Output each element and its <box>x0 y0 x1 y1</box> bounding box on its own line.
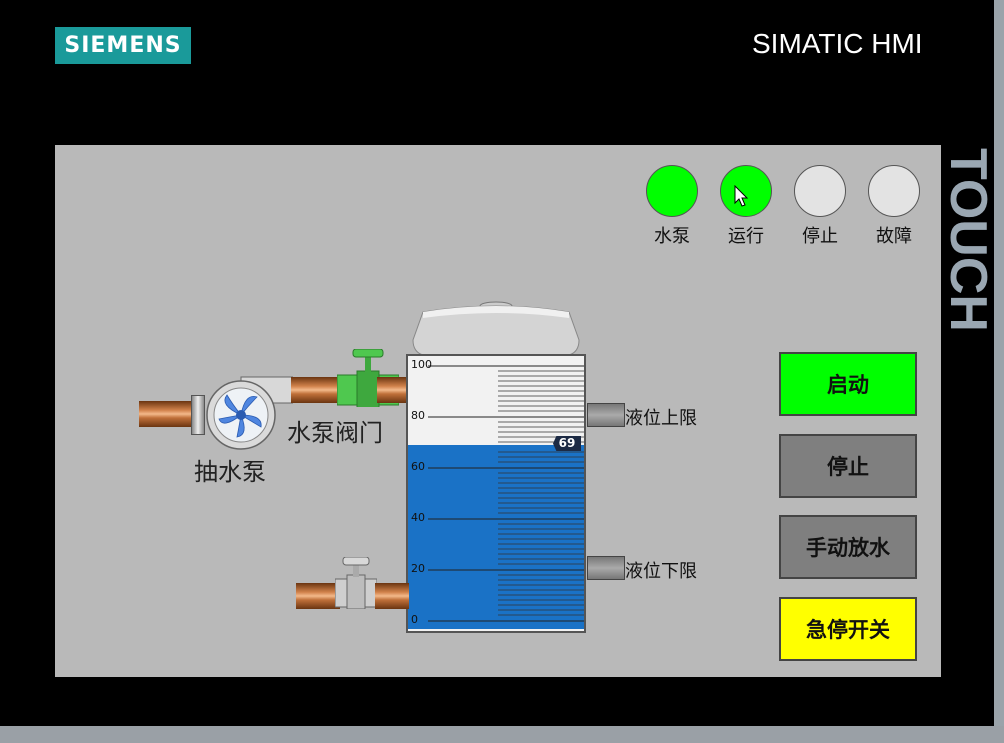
lower-limit-label: 液位下限 <box>625 561 697 582</box>
drain-pipe-left <box>296 583 340 609</box>
hmi-screen: 水泵 运行 停止 故障 抽水泵 水泵阀门 100 80 60 40 20 0 6… <box>55 145 941 677</box>
run-indicator-label: 运行 <box>728 226 764 247</box>
tick-label: 20 <box>411 562 425 575</box>
pump-outlet-pipe <box>291 377 341 403</box>
stop-button[interactable]: 停止 <box>779 434 917 498</box>
tank-level-value: 69 <box>553 436 581 451</box>
emergency-stop-button[interactable]: 急停开关 <box>779 597 917 661</box>
pump-indicator-label: 水泵 <box>654 226 690 247</box>
tick-label: 100 <box>411 358 432 371</box>
start-button[interactable]: 启动 <box>779 352 917 416</box>
valve-label: 水泵阀门 <box>287 419 383 447</box>
drain-valve-icon[interactable] <box>335 557 377 609</box>
upper-limit-label: 液位上限 <box>625 408 697 429</box>
touch-label: TOUCH <box>939 148 997 332</box>
siemens-logo: SIEMENS <box>55 27 191 64</box>
upper-limit-sensor <box>587 403 625 427</box>
pump-indicator-lamp <box>646 165 698 217</box>
manual-drain-button[interactable]: 手动放水 <box>779 515 917 579</box>
tank-scale <box>428 365 584 622</box>
mouse-cursor-icon <box>734 185 749 207</box>
tick-label: 60 <box>411 460 425 473</box>
tick-label: 0 <box>411 613 418 626</box>
tick-label: 80 <box>411 409 425 422</box>
brand-title: SIMATIC HMI <box>752 28 923 59</box>
lower-limit-sensor <box>587 556 625 580</box>
drain-pipe-right <box>375 583 409 609</box>
stop-indicator-label: 停止 <box>802 226 838 247</box>
tick-label: 40 <box>411 511 425 524</box>
pump-label: 抽水泵 <box>194 458 266 486</box>
water-pump-icon[interactable] <box>201 371 293 451</box>
fault-indicator-lamp <box>868 165 920 217</box>
bottom-strip <box>0 726 1004 743</box>
stop-indicator-lamp <box>794 165 846 217</box>
fault-indicator-label: 故障 <box>876 226 912 247</box>
